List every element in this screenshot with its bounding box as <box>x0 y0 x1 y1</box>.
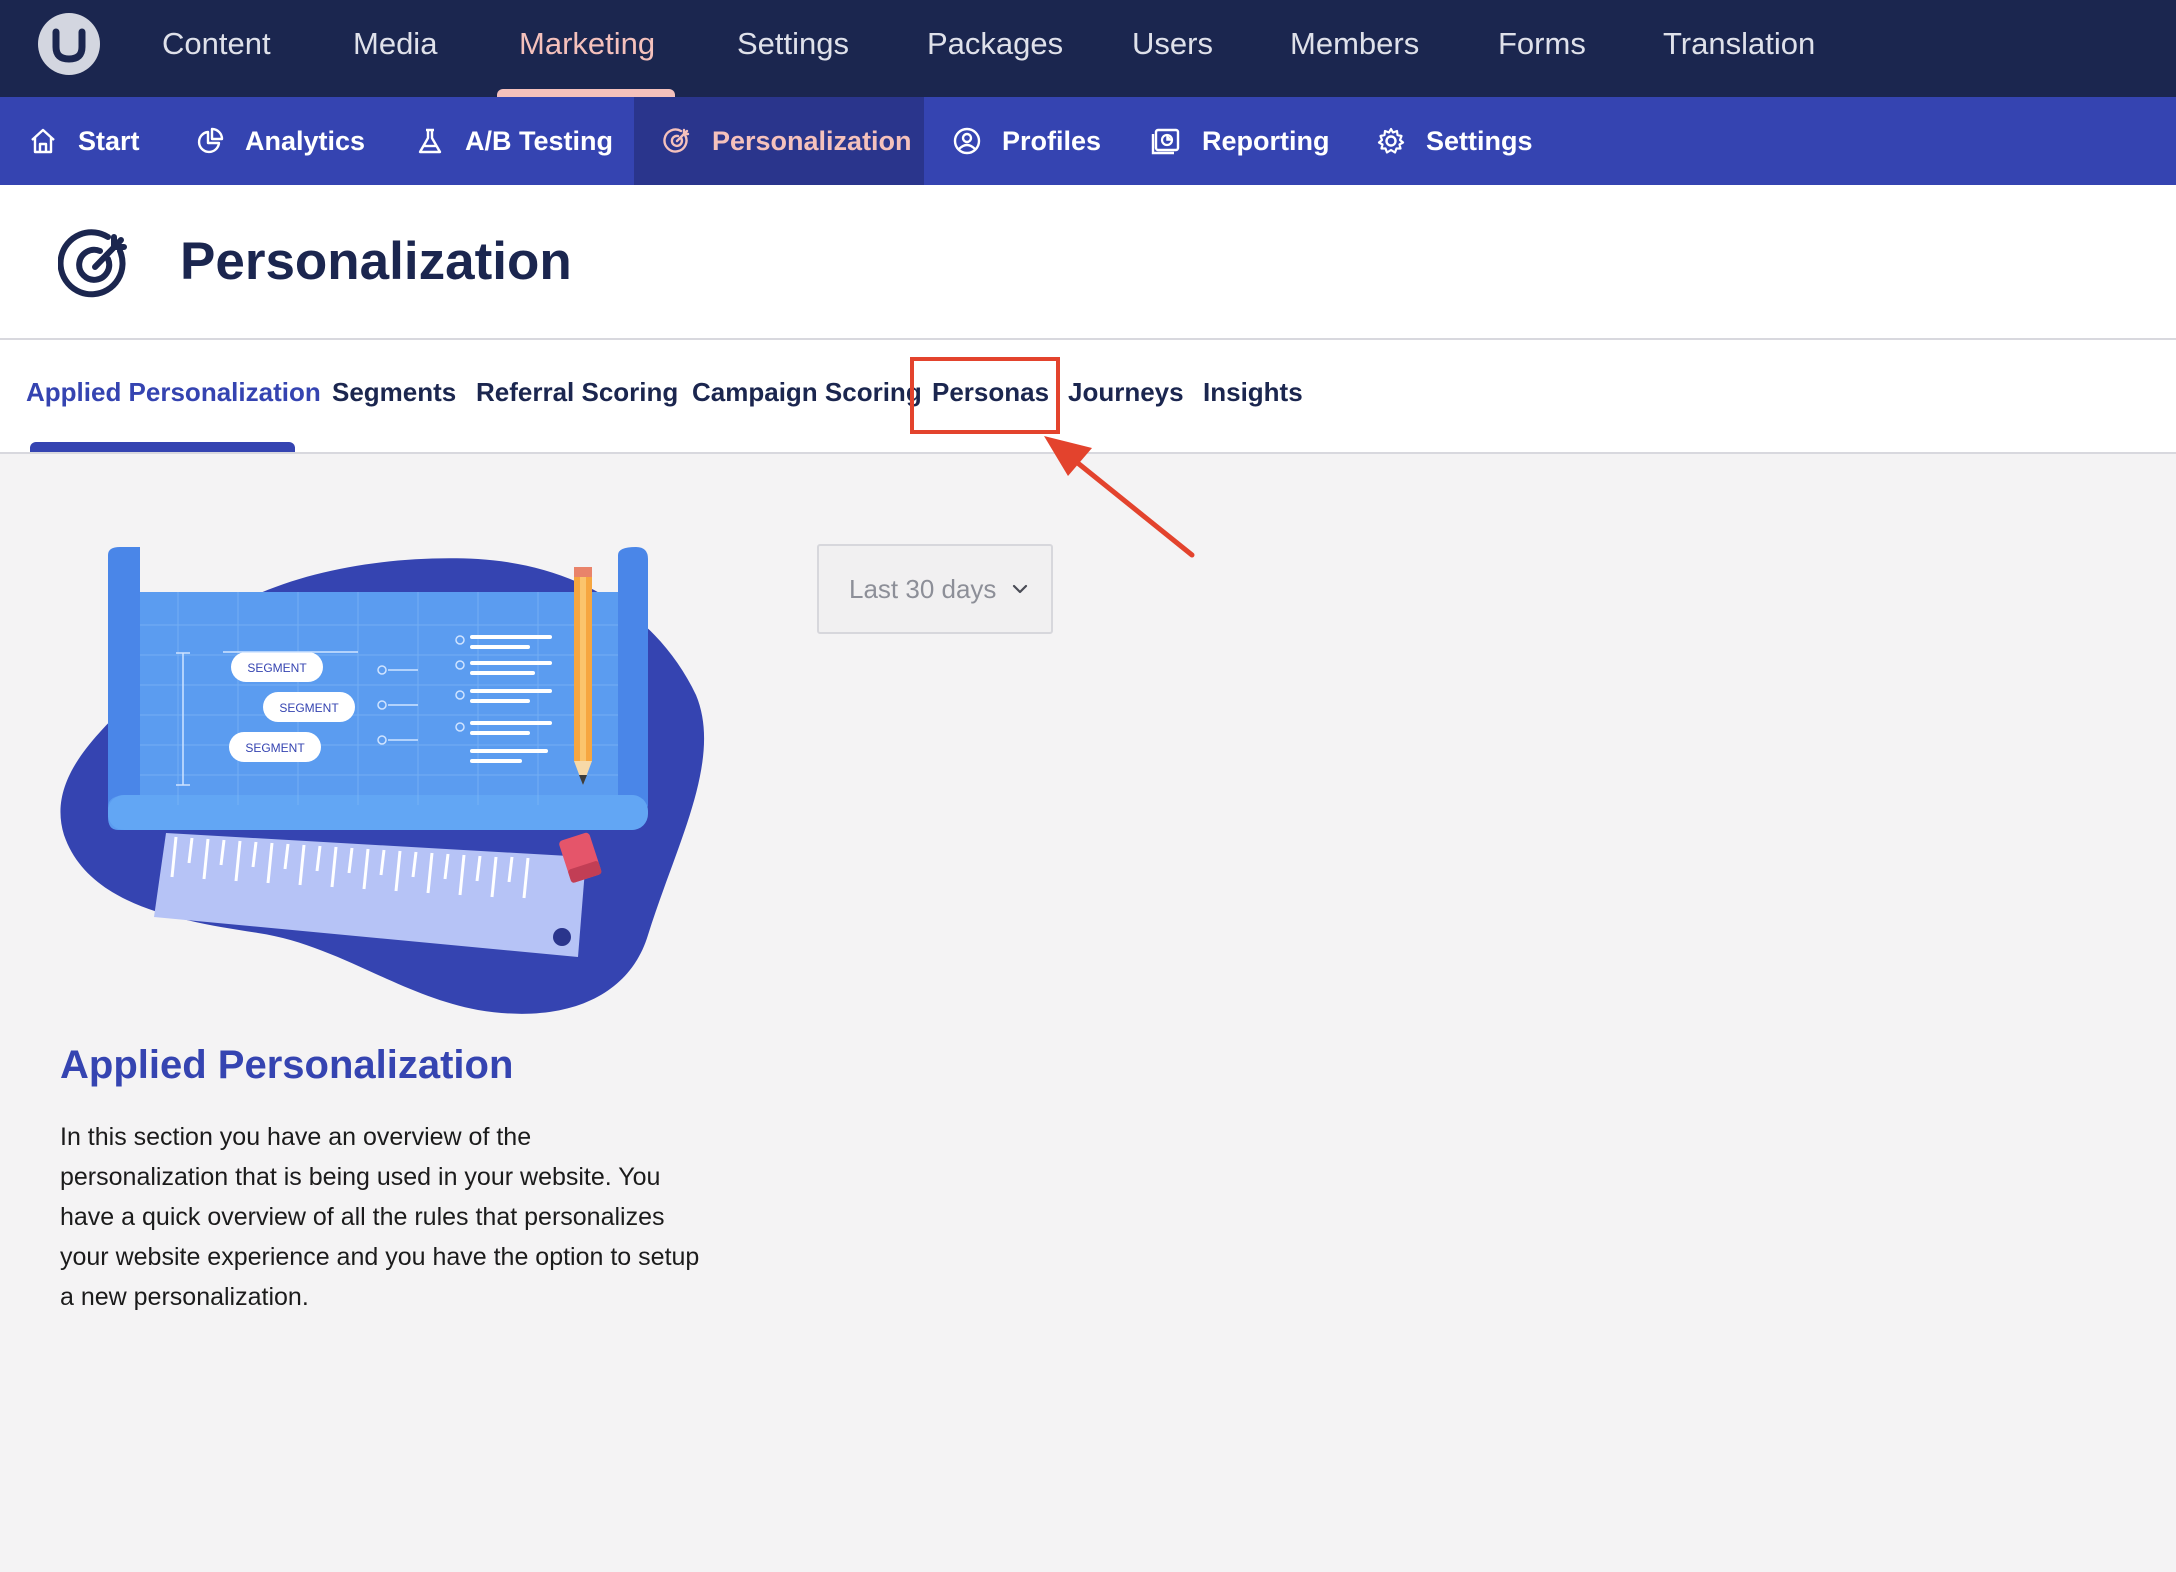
subnav-profiles-label: Profiles <box>1002 125 1102 156</box>
target-icon <box>663 128 690 153</box>
chevron-down-icon <box>1013 584 1028 594</box>
top-nav-members[interactable]: Members <box>1290 0 1419 97</box>
subnav-ab-testing[interactable]: A/B Testing <box>415 97 613 185</box>
personas-highlight-box <box>910 357 1060 434</box>
subnav-analytics-label: Analytics <box>245 125 366 156</box>
subnav-personalization[interactable]: Personalization <box>634 97 924 185</box>
marketing-sub-navigation: Start Analytics A/B Testing Personalizat… <box>0 97 2176 185</box>
subnav-ab-testing-label: A/B Testing <box>465 125 613 156</box>
date-range-select[interactable]: Last 30 days <box>817 544 1053 634</box>
top-nav-forms[interactable]: Forms <box>1498 0 1586 97</box>
gear-icon <box>1377 127 1405 154</box>
top-nav-media[interactable]: Media <box>353 0 437 97</box>
home-icon <box>31 128 55 154</box>
top-nav-settings[interactable]: Settings <box>737 0 849 97</box>
section-description: In this section you have an overview of … <box>60 1123 700 1311</box>
top-nav-users[interactable]: Users <box>1132 0 1213 97</box>
top-navigation: Content Media Marketing Settings Package… <box>0 0 2176 97</box>
annotation-arrow-icon <box>1044 436 1195 558</box>
target-icon <box>57 229 127 298</box>
subnav-analytics[interactable]: Analytics <box>195 97 365 185</box>
segment-label-2: SEGMENT <box>279 701 339 715</box>
subnav-personalization-label: Personalization <box>712 125 912 156</box>
umbraco-logo[interactable] <box>38 13 100 75</box>
tab-journeys[interactable]: Journeys <box>1068 377 1184 408</box>
section-title: Applied Personalization <box>60 1043 514 1087</box>
user-circle-icon <box>953 127 981 155</box>
subnav-start-label: Start <box>78 125 140 156</box>
flask-icon <box>418 128 442 154</box>
active-section-indicator <box>497 89 675 97</box>
tab-applied-personalization[interactable]: Applied Personalization <box>26 377 321 408</box>
page-title: Personalization <box>180 232 572 291</box>
top-nav-content[interactable]: Content <box>162 0 271 97</box>
subnav-profiles[interactable]: Profiles <box>952 97 1101 185</box>
umbraco-logo-icon <box>40 15 98 73</box>
page-icon-wrapper <box>57 227 134 308</box>
segment-label-1: SEGMENT <box>247 661 307 675</box>
segment-label-3: SEGMENT <box>245 741 305 755</box>
subnav-settings-label: Settings <box>1426 125 1533 156</box>
subnav-settings[interactable]: Settings <box>1376 97 1533 185</box>
page-header: Personalization <box>0 185 2176 340</box>
tab-insights[interactable]: Insights <box>1203 377 1303 408</box>
subnav-reporting[interactable]: Reporting <box>1150 97 1330 185</box>
subnav-start[interactable]: Start <box>28 97 150 185</box>
date-range-value: Last 30 days <box>849 573 997 604</box>
blueprint-illustration: SEGMENT SEGMENT SEGMENT <box>60 547 705 1014</box>
report-icon <box>1151 128 1180 155</box>
active-tab-indicator <box>30 442 295 452</box>
subnav-reporting-label: Reporting <box>1202 125 1330 156</box>
tab-segments[interactable]: Segments <box>332 377 456 408</box>
tab-campaign-scoring[interactable]: Campaign Scoring <box>692 377 922 408</box>
top-nav-marketing[interactable]: Marketing <box>519 0 655 97</box>
top-nav-translation[interactable]: Translation <box>1663 0 1815 97</box>
top-nav-packages[interactable]: Packages <box>927 0 1063 97</box>
tab-referral-scoring[interactable]: Referral Scoring <box>476 377 678 408</box>
pie-chart-icon <box>197 127 224 154</box>
